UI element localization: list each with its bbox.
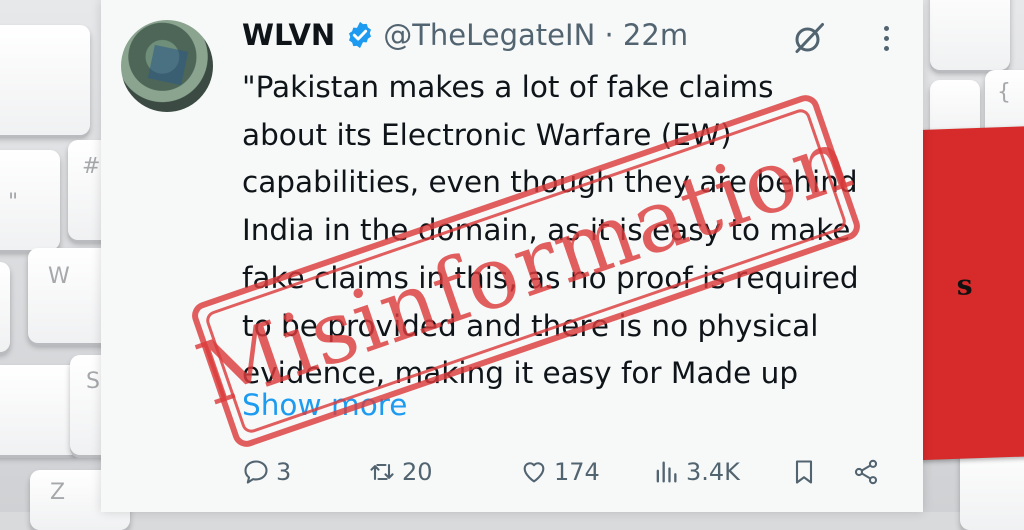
retweet-count: 20	[402, 458, 433, 486]
keyboard-key	[0, 365, 80, 455]
bookmark-icon	[795, 460, 813, 484]
keyboard-key	[0, 262, 10, 352]
bookmark-button[interactable]	[790, 452, 824, 492]
keyboard-key: "	[0, 150, 60, 250]
share-icon	[854, 459, 878, 485]
reply-button[interactable]: 3	[242, 452, 291, 492]
like-button[interactable]: 174	[520, 452, 600, 492]
grok-icon[interactable]	[791, 20, 827, 56]
tweet-header: WLVN @TheLegateIN · 22m	[242, 18, 688, 52]
like-count: 174	[554, 458, 600, 486]
author-name[interactable]: WLVN	[242, 18, 335, 52]
more-options-icon[interactable]	[881, 26, 891, 60]
keyboard-key	[930, 0, 1010, 70]
keyboard-key	[0, 25, 90, 135]
retweet-button[interactable]: 20	[368, 452, 433, 492]
retweet-icon	[370, 463, 394, 481]
avatar[interactable]	[121, 20, 213, 112]
views-count: 3.4K	[686, 458, 740, 486]
reply-count: 3	[276, 458, 292, 486]
note-letter: s	[956, 268, 974, 302]
views-button[interactable]: 3.4K	[652, 452, 740, 492]
red-paper-note: s	[909, 125, 1024, 461]
author-handle[interactable]: @TheLegateIN · 22m	[383, 18, 688, 52]
views-chart-icon	[656, 461, 677, 483]
heart-icon	[523, 462, 545, 483]
tweet-actions: 3 20 174 3.4K	[242, 452, 892, 492]
share-button[interactable]	[852, 452, 886, 492]
reply-icon	[244, 460, 268, 484]
verified-badge-icon	[349, 21, 372, 49]
